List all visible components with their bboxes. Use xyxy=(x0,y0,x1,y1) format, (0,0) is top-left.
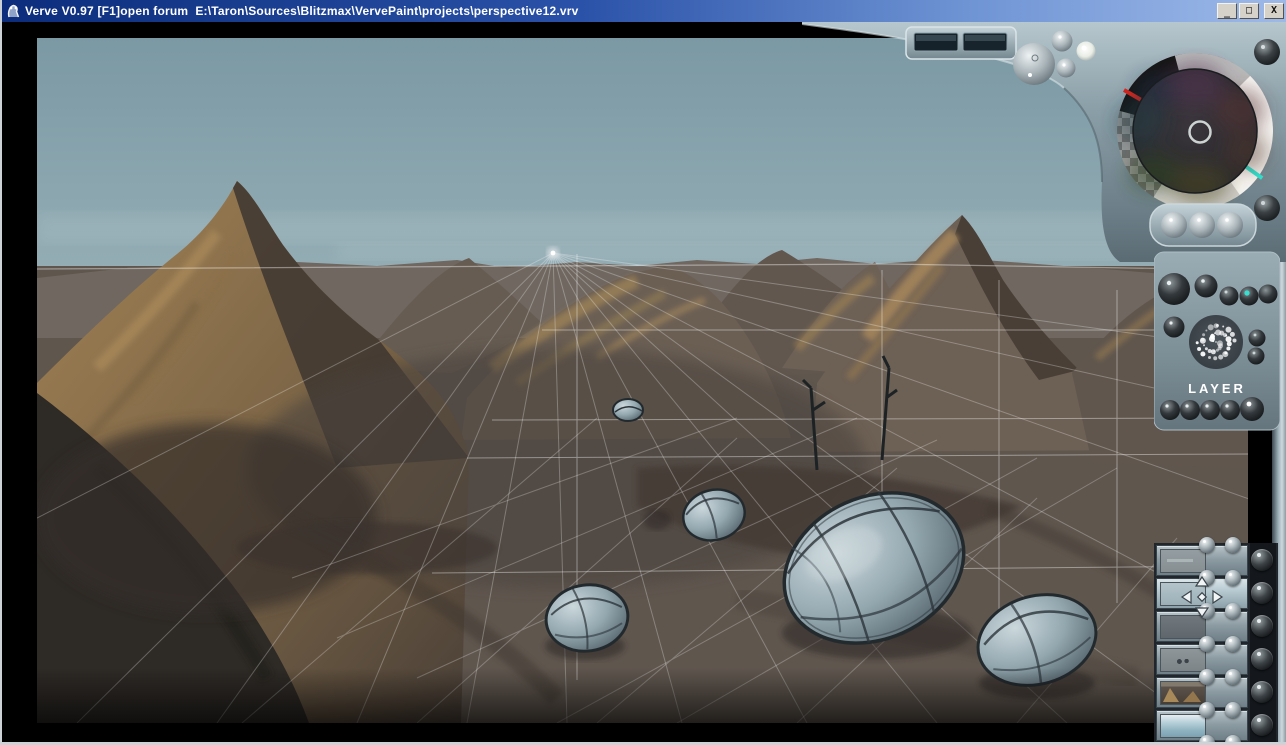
app-window: LAYER Verve V0.97 [F1]open forum E:\Taro… xyxy=(0,0,1286,745)
layer-row-4-main-button[interactable] xyxy=(1251,648,1273,670)
layer-row-5-main-button[interactable] xyxy=(1251,681,1273,703)
tool-orb-1[interactable] xyxy=(1052,31,1073,52)
tray-orb-1[interactable] xyxy=(1161,212,1187,238)
layer-divider-orb-1-1[interactable] xyxy=(1225,570,1241,586)
layer-button-5[interactable] xyxy=(1240,397,1264,421)
layer-button-3[interactable] xyxy=(1200,400,1220,420)
layers-panel xyxy=(1154,543,1278,745)
layer-row-6-thumbnail[interactable] xyxy=(1160,714,1206,738)
app-icon xyxy=(6,4,21,19)
mode-orb-1[interactable] xyxy=(1220,287,1239,306)
corner-orb-bottom[interactable] xyxy=(1254,195,1280,221)
layer-section-label: LAYER xyxy=(1188,381,1246,396)
mode-orb-cyan[interactable] xyxy=(1240,287,1259,306)
layer-row-1-thumbnail[interactable] xyxy=(1160,549,1206,573)
orb-tray xyxy=(1150,204,1256,246)
layer-divider-orb-5-1[interactable] xyxy=(1225,702,1241,718)
move-arrows-icon[interactable] xyxy=(1180,575,1224,619)
layer-divider-orb-3-0[interactable] xyxy=(1199,636,1215,652)
layer-row-6-main-button[interactable] xyxy=(1251,714,1273,736)
toolbar-slot-plate xyxy=(906,27,1016,59)
side-orb-1[interactable] xyxy=(1249,330,1266,347)
close-button[interactable]: X xyxy=(1264,3,1284,19)
layer-divider-orb-2-1[interactable] xyxy=(1225,603,1241,619)
layer-divider-orb-3-1[interactable] xyxy=(1225,636,1241,652)
layer-row-2-main-button[interactable] xyxy=(1251,582,1273,604)
layer-divider-orb-5-0[interactable] xyxy=(1199,702,1215,718)
layer-button-1[interactable] xyxy=(1160,400,1180,420)
layer-divider-orb-0-1[interactable] xyxy=(1225,537,1241,553)
layer-divider-orb-0-0[interactable] xyxy=(1199,537,1215,553)
layer-divider-orb-4-0[interactable] xyxy=(1199,669,1215,685)
mode-orb-2[interactable] xyxy=(1259,285,1278,304)
layer-row-3-main-button[interactable] xyxy=(1251,615,1273,637)
canvas-border-corner xyxy=(1248,412,1272,552)
brush-orb-large[interactable] xyxy=(1158,273,1190,305)
minimize-button[interactable]: _ xyxy=(1217,3,1237,19)
brush-panel: LAYER xyxy=(1154,250,1280,432)
side-orb-2[interactable] xyxy=(1248,348,1265,365)
maximize-button[interactable]: □ xyxy=(1239,3,1259,19)
tool-orb-2[interactable] xyxy=(1057,59,1076,78)
layer-row-5-thumbnail[interactable] xyxy=(1160,681,1206,705)
layer-row-1-main-button[interactable] xyxy=(1251,549,1273,571)
tray-orb-3[interactable] xyxy=(1217,212,1243,238)
tool-orb-highlight[interactable] xyxy=(1077,42,1096,61)
main-tool-orb[interactable] xyxy=(1013,43,1055,85)
corner-orb-top[interactable] xyxy=(1254,39,1280,65)
layer-divider-orb-6-0[interactable] xyxy=(1199,735,1215,745)
titlebar[interactable]: Verve V0.97 [F1]open forum E:\Taron\Sour… xyxy=(2,0,1286,22)
brush-orb-small[interactable] xyxy=(1164,317,1185,338)
layer-button-2[interactable] xyxy=(1180,400,1200,420)
tray-orb-2[interactable] xyxy=(1189,212,1215,238)
layer-button-4[interactable] xyxy=(1220,400,1240,420)
layer-divider-orb-4-1[interactable] xyxy=(1225,669,1241,685)
layer-row-4-thumbnail[interactable] xyxy=(1160,648,1206,672)
window-title: Verve V0.97 [F1]open forum E:\Taron\Sour… xyxy=(25,4,579,18)
brush-orb-medium[interactable] xyxy=(1195,275,1218,298)
brush-tip-preview[interactable] xyxy=(1189,315,1243,369)
top-tool-panel xyxy=(802,22,1286,262)
layer-divider-orb-6-1[interactable] xyxy=(1225,735,1241,745)
color-wheel[interactable] xyxy=(1116,53,1273,209)
